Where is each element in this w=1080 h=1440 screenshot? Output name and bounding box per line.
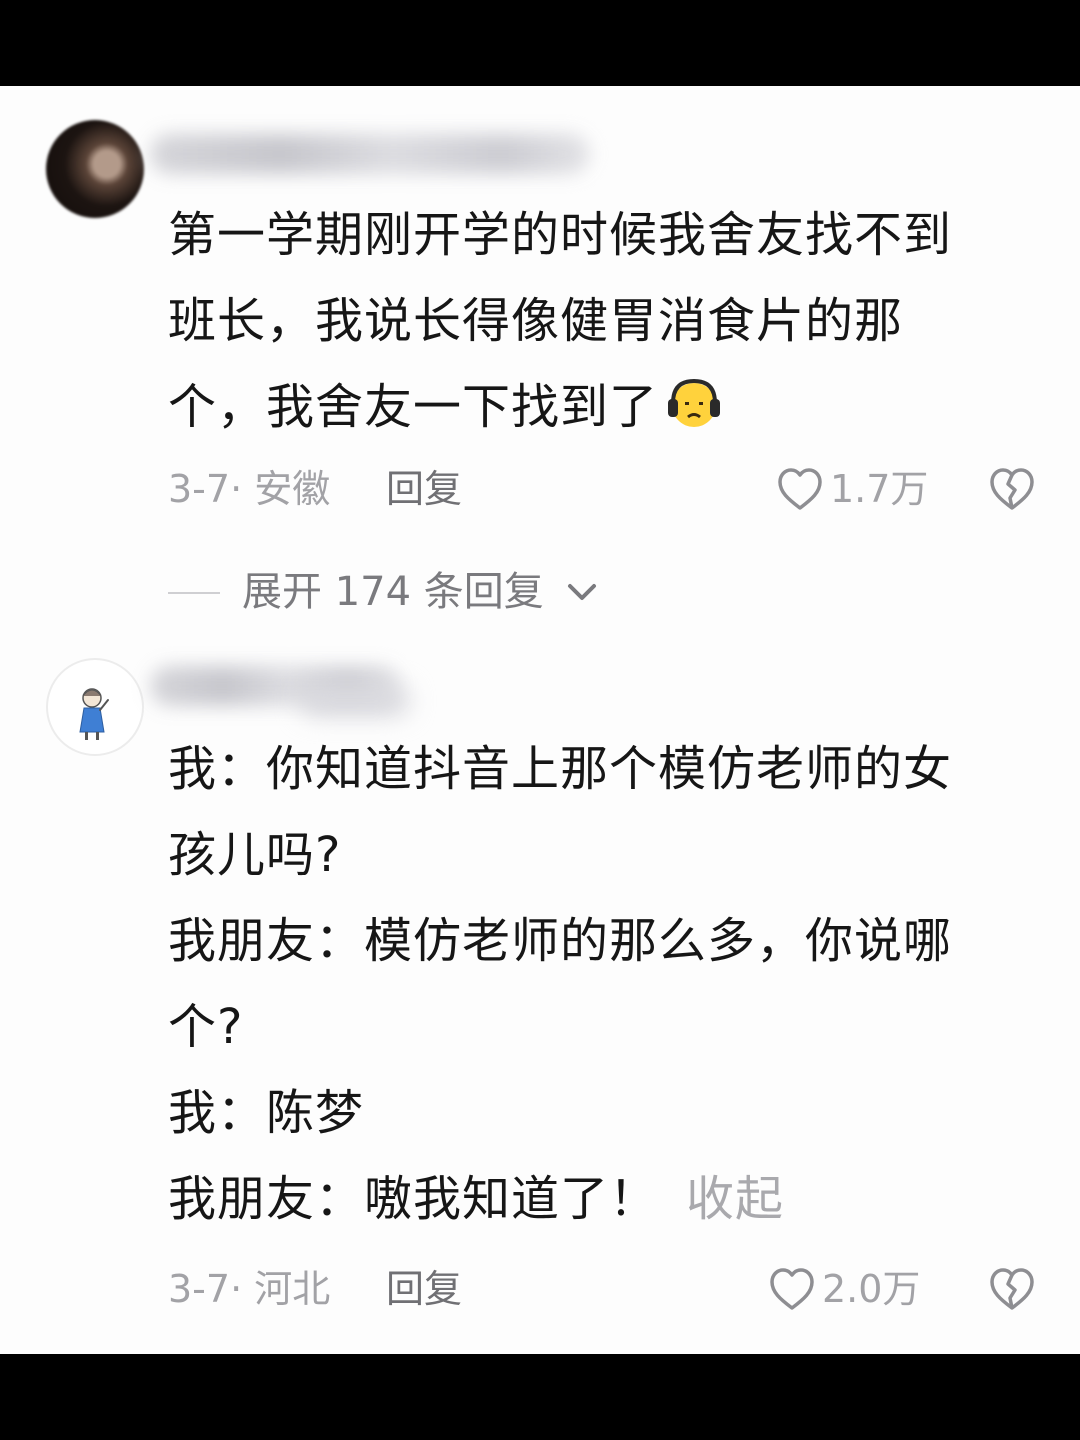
comment-line-last: 我朋友：嗷我知道了！ 收起 [168,1156,1018,1242]
collapse-button[interactable]: 收起 [686,1171,784,1227]
comment-meta: 3-7· 安徽 回复 1.7万 [168,464,1038,514]
reply-button[interactable]: 回复 [386,1264,462,1314]
comment-list: 第一学期刚开学的时候我舍友找不到 班长，我说长得像健胃消食片的那 个，我舍友一下… [0,86,1080,1354]
expand-divider [168,592,220,594]
comment-line: 我：你知道抖音上那个模仿老师的女 [168,741,953,797]
broken-heart-icon[interactable] [988,1266,1036,1312]
comment-date-location: 3-7· 安徽 [168,467,331,511]
comment-line: 孩儿吗? [168,827,342,883]
bottom-black-bar [0,1354,1080,1440]
like-count: 1.7万 [830,467,929,511]
username-blur-smudge [300,686,410,716]
comment-line: 第一学期刚开学的时候我舍友找不到 [168,207,953,263]
comment-line: 个，我舍友一下找到了 [168,364,1018,450]
reply-button[interactable]: 回复 [386,464,462,514]
comment-line-text: 个，我舍友一下找到了 [168,379,659,435]
heart-outline-icon [770,1268,814,1310]
chevron-down-icon [568,584,596,600]
expand-replies-label: 展开 174 条回复 [242,569,544,615]
username-blurred[interactable] [150,134,590,174]
cartoon-girl-icon [79,688,109,740]
top-black-bar [0,0,1080,86]
avatar[interactable] [46,658,144,756]
comment-line-text: 我朋友：嗷我知道了！ [168,1171,659,1227]
comment-date-location: 3-7· 河北 [168,1267,331,1311]
avatar[interactable] [46,120,144,218]
comment-text: 第一学期刚开学的时候我舍友找不到 班长，我说长得像健胃消食片的那 个，我舍友一下… [168,192,1018,450]
comment-line: 个? [168,999,244,1055]
headphones-face-emoji [668,378,721,427]
comment-meta: 3-7· 河北 回复 2.0万 [168,1264,1038,1314]
comment-line: 我朋友：模仿老师的那么多，你说哪 [168,913,953,969]
comment-line: 班长，我说长得像健胃消食片的那 [168,293,904,349]
heart-outline-icon [778,468,822,510]
comment-line: 我：陈梦 [168,1085,365,1141]
like-count: 2.0万 [822,1267,921,1311]
broken-heart-icon[interactable] [988,466,1036,512]
comment-text: 我：你知道抖音上那个模仿老师的女 孩儿吗? 我朋友：模仿老师的那么多，你说哪 个… [168,726,1018,1242]
